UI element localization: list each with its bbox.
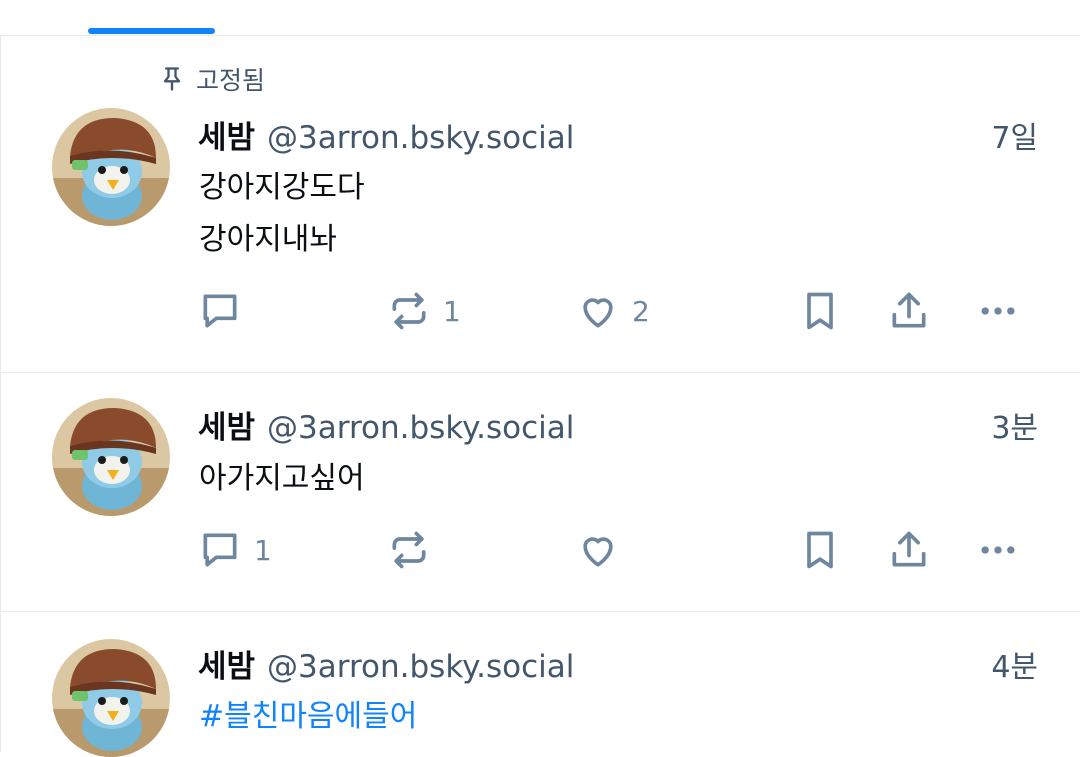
- tab-bar: [0, 0, 1080, 36]
- post-text-line: 강아지내놔: [199, 222, 337, 257]
- bookmark-icon: [807, 292, 833, 330]
- share-button[interactable]: [887, 528, 931, 572]
- post-text-line: 강아지강도다: [199, 170, 365, 205]
- feed: 고정됨 세밤 @3arron.bsky.social 7일 강아지강도다 강아지…: [0, 36, 1080, 757]
- post-actions: 1: [1, 528, 1080, 572]
- active-tab-indicator: [88, 28, 215, 34]
- reply-count: 1: [254, 533, 272, 567]
- post-time[interactable]: 4분: [991, 642, 1038, 686]
- repost-count: 1: [443, 294, 461, 328]
- like-count: 2: [632, 294, 650, 328]
- post-meta: 세밤 @3arron.bsky.social: [198, 641, 574, 686]
- bookmark-icon: [807, 531, 833, 569]
- author-name[interactable]: 세밤: [198, 641, 255, 686]
- post-meta: 세밤 @3arron.bsky.social: [198, 112, 574, 157]
- pin-icon: [163, 67, 181, 91]
- repost-button[interactable]: 1: [387, 289, 461, 333]
- post-text: 아가지고싶어: [199, 453, 365, 505]
- share-icon: [892, 531, 926, 567]
- more-button[interactable]: [976, 528, 1020, 572]
- reply-button[interactable]: 1: [198, 528, 272, 572]
- like-icon: [583, 537, 613, 567]
- author-name[interactable]: 세밤: [198, 402, 255, 447]
- author-handle[interactable]: @3arron.bsky.social: [267, 649, 574, 685]
- avatar[interactable]: [52, 108, 170, 226]
- reply-icon: [203, 533, 237, 567]
- author-handle[interactable]: @3arron.bsky.social: [267, 410, 574, 446]
- post-text: #블친마음에들어: [199, 691, 417, 743]
- repost-icon: [392, 292, 426, 330]
- like-button[interactable]: [576, 528, 632, 572]
- post[interactable]: 세밤 @3arron.bsky.social 3분 아가지고싶어 1: [0, 373, 1080, 612]
- post[interactable]: 세밤 @3arron.bsky.social 4분 #블친마음에들어: [0, 612, 1080, 757]
- more-button[interactable]: [976, 289, 1020, 333]
- bookmark-button[interactable]: [798, 289, 842, 333]
- pinned-label: 고정됨: [158, 61, 265, 97]
- post-meta: 세밤 @3arron.bsky.social: [198, 402, 574, 447]
- repost-button[interactable]: [387, 528, 443, 572]
- reply-button[interactable]: [198, 289, 254, 333]
- post-time[interactable]: 7일: [991, 113, 1038, 157]
- more-icon: [981, 307, 1015, 315]
- reply-icon: [203, 294, 237, 328]
- post-actions: 1 2: [1, 289, 1080, 333]
- pinned-text: 고정됨: [196, 66, 266, 95]
- post-text-line: 아가지고싶어: [199, 461, 365, 496]
- post-text: 강아지강도다 강아지내놔: [199, 162, 365, 266]
- author-name[interactable]: 세밤: [198, 112, 255, 157]
- share-button[interactable]: [887, 289, 931, 333]
- bookmark-button[interactable]: [798, 528, 842, 572]
- author-handle[interactable]: @3arron.bsky.social: [267, 120, 574, 156]
- hashtag-link[interactable]: #블친마음에들어: [199, 691, 417, 743]
- share-icon: [892, 292, 926, 328]
- more-icon: [981, 546, 1015, 554]
- avatar[interactable]: [52, 639, 170, 757]
- post-time[interactable]: 3분: [991, 403, 1038, 447]
- like-button[interactable]: 2: [576, 289, 650, 333]
- repost-icon: [392, 531, 426, 569]
- post[interactable]: 고정됨 세밤 @3arron.bsky.social 7일 강아지강도다 강아지…: [0, 36, 1080, 373]
- avatar[interactable]: [52, 398, 170, 516]
- like-icon: [583, 298, 613, 328]
